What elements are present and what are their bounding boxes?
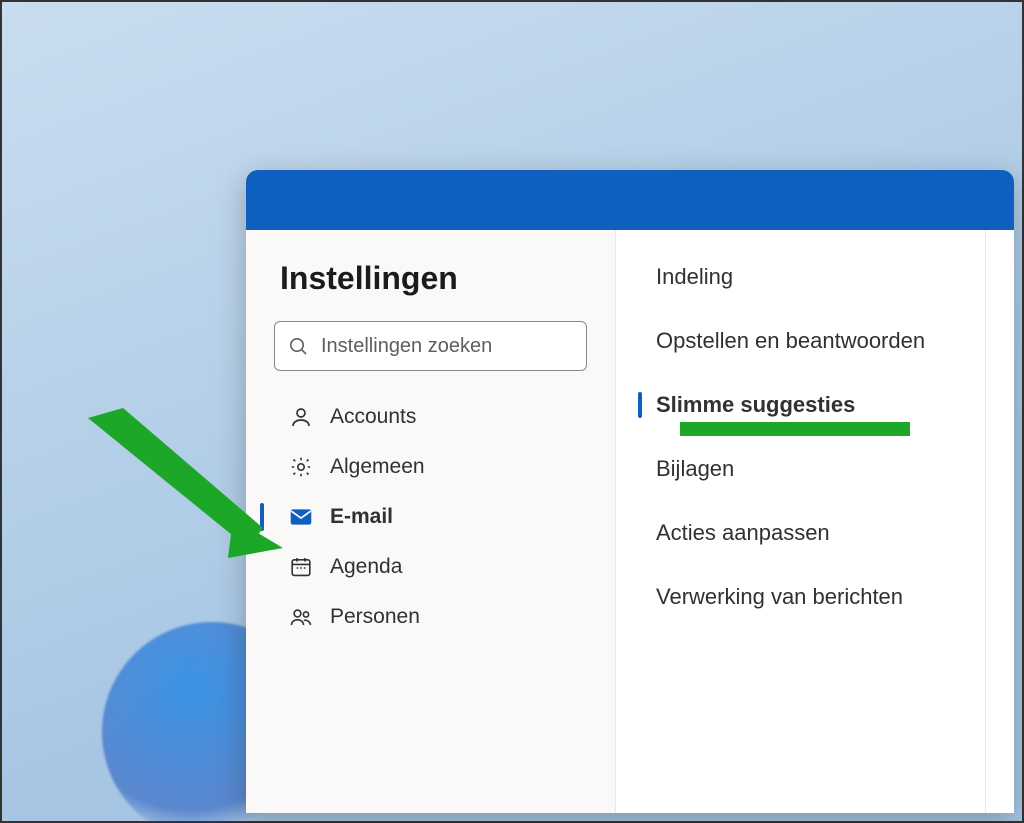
subnav-item-label: Indeling [656, 264, 733, 289]
settings-subnav-list: Indeling Opstellen en beantwoorden Slimm… [646, 258, 965, 616]
subnav-item-compose[interactable]: Opstellen en beantwoorden [646, 322, 965, 360]
settings-window: Instellingen [246, 170, 1014, 813]
window-titlebar [246, 170, 1014, 230]
subnav-item-attachments[interactable]: Bijlagen [646, 450, 965, 488]
subnav-item-label: Bijlagen [656, 456, 734, 481]
sidebar-item-general[interactable]: Algemeen [274, 443, 587, 491]
subnav-item-label: Acties aanpassen [656, 520, 830, 545]
window-content: Instellingen [246, 230, 1014, 813]
search-field-wrap [274, 321, 587, 371]
settings-subpane: Indeling Opstellen en beantwoorden Slimm… [616, 230, 986, 813]
settings-sidebar: Instellingen [246, 230, 616, 813]
subnav-item-label: Verwerking van berichten [656, 584, 903, 609]
sidebar-item-people[interactable]: Personen [274, 593, 587, 641]
sidebar-item-label: Accounts [330, 405, 416, 429]
subnav-item-customize-actions[interactable]: Acties aanpassen [646, 514, 965, 552]
settings-search-input[interactable] [274, 321, 587, 371]
sidebar-item-label: Personen [330, 605, 420, 629]
subnav-item-message-handling[interactable]: Verwerking van berichten [646, 578, 965, 616]
gear-icon [288, 454, 314, 480]
subnav-item-smart-suggestions[interactable]: Slimme suggesties [646, 386, 965, 424]
search-icon [288, 336, 308, 356]
sidebar-item-label: Agenda [330, 555, 402, 579]
settings-title: Instellingen [280, 260, 587, 297]
sidebar-item-accounts[interactable]: Accounts [274, 393, 587, 441]
subnav-item-label: Opstellen en beantwoorden [656, 328, 925, 353]
subnav-item-layout[interactable]: Indeling [646, 258, 965, 296]
sidebar-item-label: Algemeen [330, 455, 425, 479]
calendar-icon [288, 554, 314, 580]
subnav-item-label: Slimme suggesties [656, 392, 855, 417]
sidebar-item-calendar[interactable]: Agenda [274, 543, 587, 591]
people-icon [288, 604, 314, 630]
person-icon [288, 404, 314, 430]
sidebar-item-email[interactable]: E-mail [274, 493, 587, 541]
sidebar-item-label: E-mail [330, 505, 393, 529]
settings-nav-list: Accounts Algemeen [274, 393, 587, 641]
annotation-underline [680, 422, 910, 436]
detail-pane-sliver [986, 230, 1014, 813]
mail-icon [288, 504, 314, 530]
